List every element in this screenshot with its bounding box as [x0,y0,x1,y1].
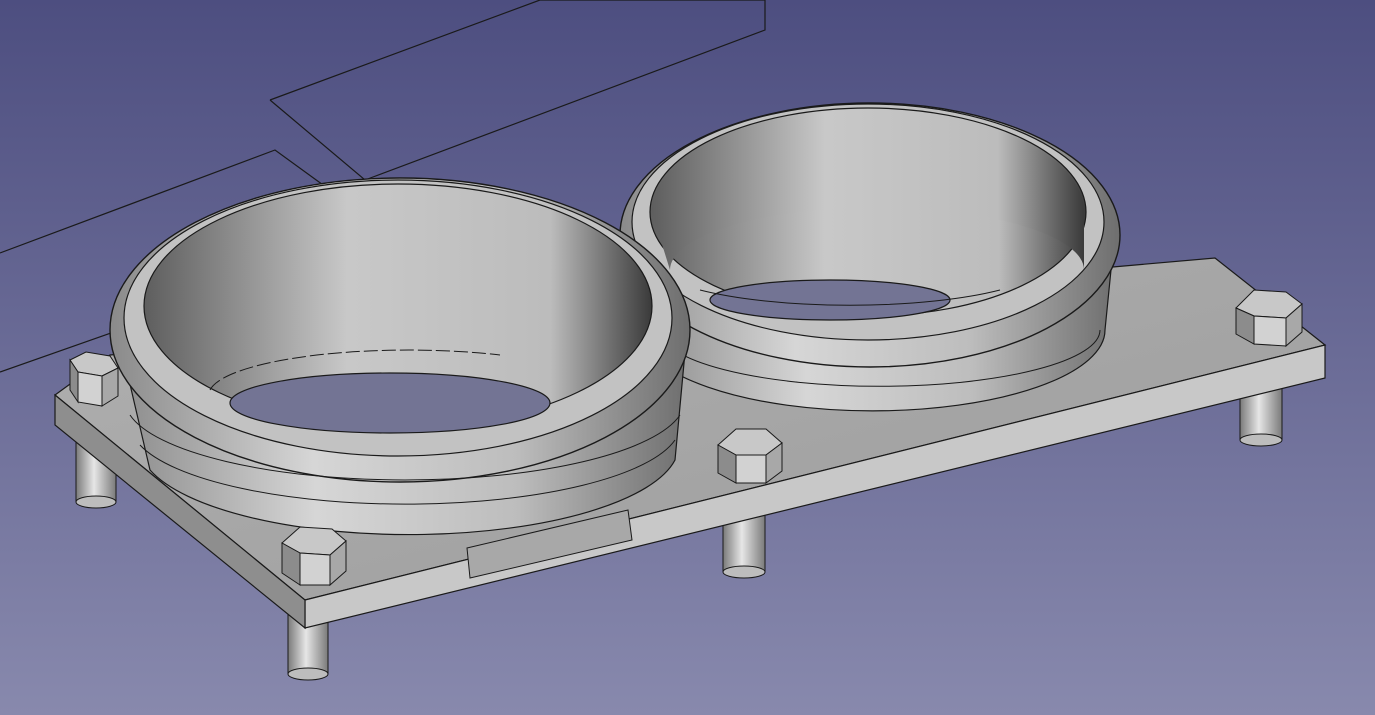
hex-nut [1235,289,1303,348]
ring-hole [229,372,551,434]
3d-scene[interactable] [0,0,1375,715]
hex-nut [717,428,783,484]
right-ring[interactable] [619,102,1121,412]
left-ring[interactable] [109,177,691,536]
ring-hole [709,279,951,321]
3d-viewport[interactable] [0,0,1375,715]
hex-nut [69,351,119,407]
hex-nut [281,526,347,587]
